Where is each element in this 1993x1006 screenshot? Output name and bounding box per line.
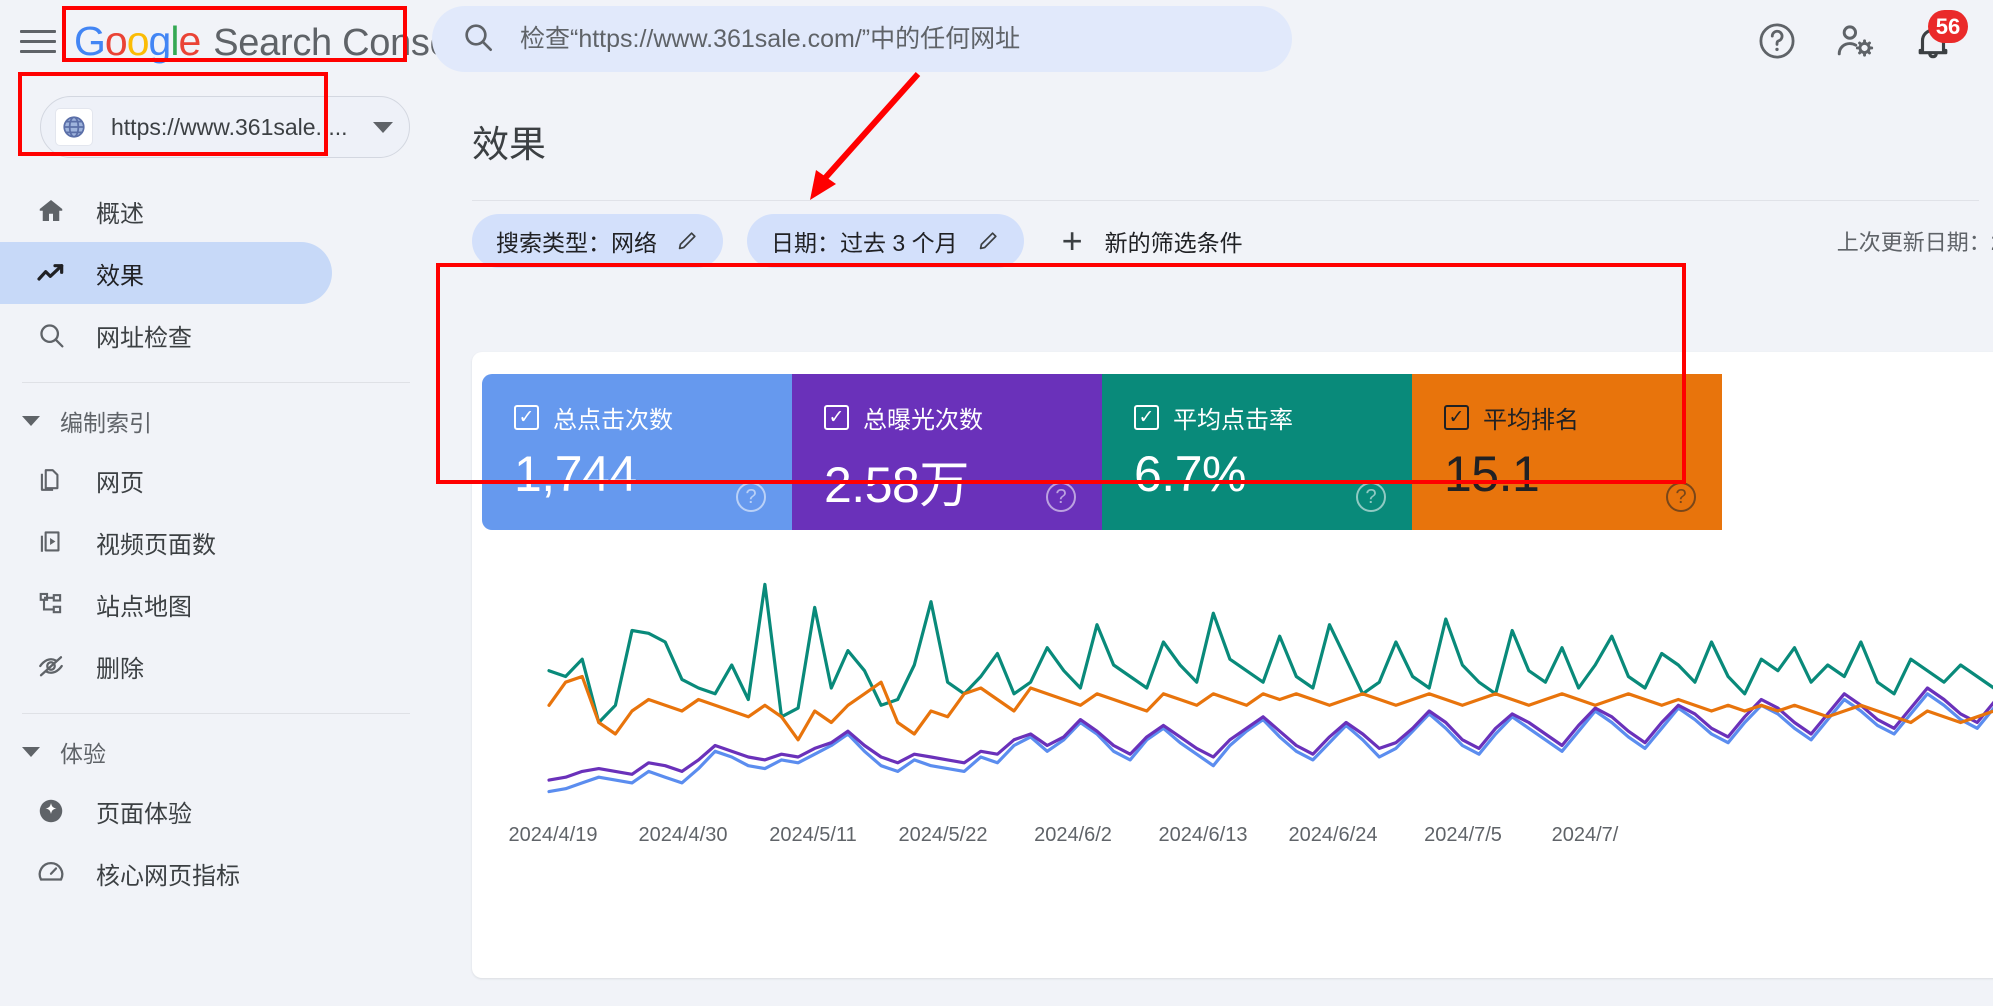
x-axis-tick-label: 2024/6/24	[1289, 824, 1378, 847]
pencil-icon[interactable]	[675, 229, 699, 253]
x-axis-tick-label: 2024/7/	[1552, 824, 1619, 847]
filter-chip-search-type[interactable]: 搜索类型：网络	[472, 214, 723, 268]
metric-checkbox[interactable]: ✓	[824, 405, 849, 430]
search-icon	[28, 321, 74, 350]
sidebar-item-video-pages[interactable]: 视频页面数	[0, 511, 332, 573]
page-title: 效果	[472, 114, 1993, 168]
globe-icon	[55, 108, 93, 146]
metric-name: 平均点击率	[1173, 400, 1293, 435]
x-axis-tick-label: 2024/6/13	[1159, 824, 1248, 847]
core-web-vitals-icon	[28, 858, 74, 888]
search-input[interactable]	[520, 25, 1260, 54]
trending-up-icon	[28, 257, 74, 289]
sidebar-item-label: 站点地图	[96, 587, 192, 622]
metric-name: 总曝光次数	[863, 400, 983, 435]
video-icon	[28, 528, 74, 556]
sidebar-item-core-web-vitals[interactable]: 核心网页指标	[0, 842, 332, 904]
metric-name: 平均排名	[1483, 400, 1579, 435]
help-icon[interactable]: ?	[1356, 482, 1386, 512]
x-axis-tick-label: 2024/5/22	[899, 824, 988, 847]
filter-chip-label: 搜索类型：网络	[496, 224, 657, 258]
metric-card-total-clicks[interactable]: ✓ 总点击次数 1,744 ?	[482, 374, 792, 530]
sidebar-item-label: 视频页面数	[96, 525, 216, 560]
sidebar-item-label: 删除	[96, 649, 144, 684]
filter-bar: 搜索类型：网络 日期：过去 3 个月 + 新的筛选条件	[432, 201, 1993, 281]
sidebar-divider	[22, 713, 410, 714]
chevron-down-icon	[22, 416, 40, 426]
sidebar-item-label: 概述	[96, 194, 144, 229]
sidebar-item-sitemaps[interactable]: 站点地图	[0, 573, 332, 635]
performance-chart[interactable]: 2024/4/19 2024/4/30 2024/5/11 2024/5/22 2024…	[472, 552, 1993, 978]
sidebar-item-removals[interactable]: 删除	[0, 635, 332, 697]
performance-panel: ✓ 总点击次数 1,744 ? ✓ 总曝光次数 2.58万 ?	[472, 352, 1993, 978]
page-experience-icon	[28, 796, 74, 826]
menu-icon[interactable]	[20, 25, 60, 57]
search-console-page: Google Search Console	[0, 0, 1993, 1006]
metric-card-average-ctr[interactable]: ✓ 平均点击率 6.7% ?	[1102, 374, 1412, 530]
sidebar-item-label: 页面体验	[96, 794, 192, 829]
top-bar: Google Search Console	[0, 0, 1993, 82]
sidebar-group-experience[interactable]: 体验	[0, 724, 432, 780]
help-icon[interactable]	[1753, 17, 1801, 65]
filter-chip-label: 日期：过去 3 个月	[771, 224, 958, 258]
inspect-url-search[interactable]	[432, 6, 1292, 72]
home-icon	[28, 196, 74, 226]
chevron-down-icon[interactable]	[373, 122, 393, 133]
account-settings-icon[interactable]	[1831, 17, 1879, 65]
sidebar-group-indexing[interactable]: 编制索引	[0, 393, 432, 449]
main-content: 效果 搜索类型：网络 日期：过去 3 个月	[432, 82, 1993, 1006]
pencil-icon[interactable]	[976, 229, 1000, 253]
metric-checkbox[interactable]: ✓	[1444, 405, 1469, 430]
metric-card-total-impressions[interactable]: ✓ 总曝光次数 2.58万 ?	[792, 374, 1102, 530]
google-wordmark: Google	[74, 18, 200, 65]
add-filter-button[interactable]: + 新的筛选条件	[1062, 223, 1243, 259]
x-axis-tick-label: 2024/4/19	[509, 824, 598, 847]
eye-off-icon	[28, 651, 74, 681]
help-icon[interactable]: ?	[1666, 482, 1696, 512]
metric-checkbox[interactable]: ✓	[1134, 405, 1159, 430]
sidebar: https://www.361sale..... 概述 效果	[0, 82, 432, 1006]
sidebar-group-label: 体验	[60, 735, 106, 769]
metric-cards: ✓ 总点击次数 1,744 ? ✓ 总曝光次数 2.58万 ?	[482, 374, 1722, 530]
sidebar-item-performance[interactable]: 效果	[0, 242, 332, 304]
help-icon[interactable]: ?	[1046, 482, 1076, 512]
sidebar-item-label: 网址检查	[96, 318, 192, 353]
filter-chip-date[interactable]: 日期：过去 3 个月	[747, 214, 1024, 268]
sidebar-divider	[22, 382, 410, 383]
metric-name: 总点击次数	[553, 400, 673, 435]
notifications-icon[interactable]: 56	[1909, 17, 1957, 65]
sidebar-item-overview[interactable]: 概述	[0, 180, 332, 242]
chart-canvas	[502, 552, 1993, 812]
notification-badge: 56	[1928, 10, 1968, 43]
sidebar-nav: 概述 效果 网址检查	[0, 180, 432, 904]
sidebar-item-page-experience[interactable]: 页面体验	[0, 780, 332, 842]
metric-card-average-position[interactable]: ✓ 平均排名 15.1 ?	[1412, 374, 1722, 530]
pages-icon	[28, 466, 74, 494]
sidebar-item-url-inspection[interactable]: 网址检查	[0, 304, 332, 366]
add-filter-label: 新的筛选条件	[1105, 224, 1243, 258]
last-update-text: 上次更新日期：2	[1837, 225, 1993, 257]
sidebar-item-label: 网页	[96, 463, 144, 498]
property-selector[interactable]: https://www.361sale.....	[40, 96, 410, 158]
chart-line	[549, 688, 1993, 792]
help-icon[interactable]: ?	[736, 482, 766, 512]
plus-icon: +	[1062, 223, 1083, 259]
x-axis-tick-label: 2024/6/2	[1034, 824, 1112, 847]
top-bar-actions: 56	[1753, 0, 1957, 82]
x-axis-tick-label: 2024/4/30	[639, 824, 728, 847]
sidebar-item-label: 核心网页指标	[96, 856, 240, 891]
sidebar-item-pages[interactable]: 网页	[0, 449, 332, 511]
search-icon	[462, 21, 494, 58]
chevron-down-icon	[22, 747, 40, 757]
sidebar-item-label: 效果	[96, 256, 144, 291]
x-axis-tick-label: 2024/5/11	[769, 824, 857, 847]
sidebar-group-label: 编制索引	[60, 404, 152, 438]
chart-line	[549, 584, 1993, 722]
property-url: https://www.361sale.....	[111, 114, 373, 141]
metric-checkbox[interactable]: ✓	[514, 405, 539, 430]
x-axis-tick-label: 2024/7/5	[1424, 824, 1502, 847]
brand-logo: Google Search Console	[74, 18, 479, 65]
chart-x-axis: 2024/4/19 2024/4/30 2024/5/11 2024/5/22 2024…	[472, 824, 1993, 864]
sitemap-icon	[28, 590, 74, 618]
